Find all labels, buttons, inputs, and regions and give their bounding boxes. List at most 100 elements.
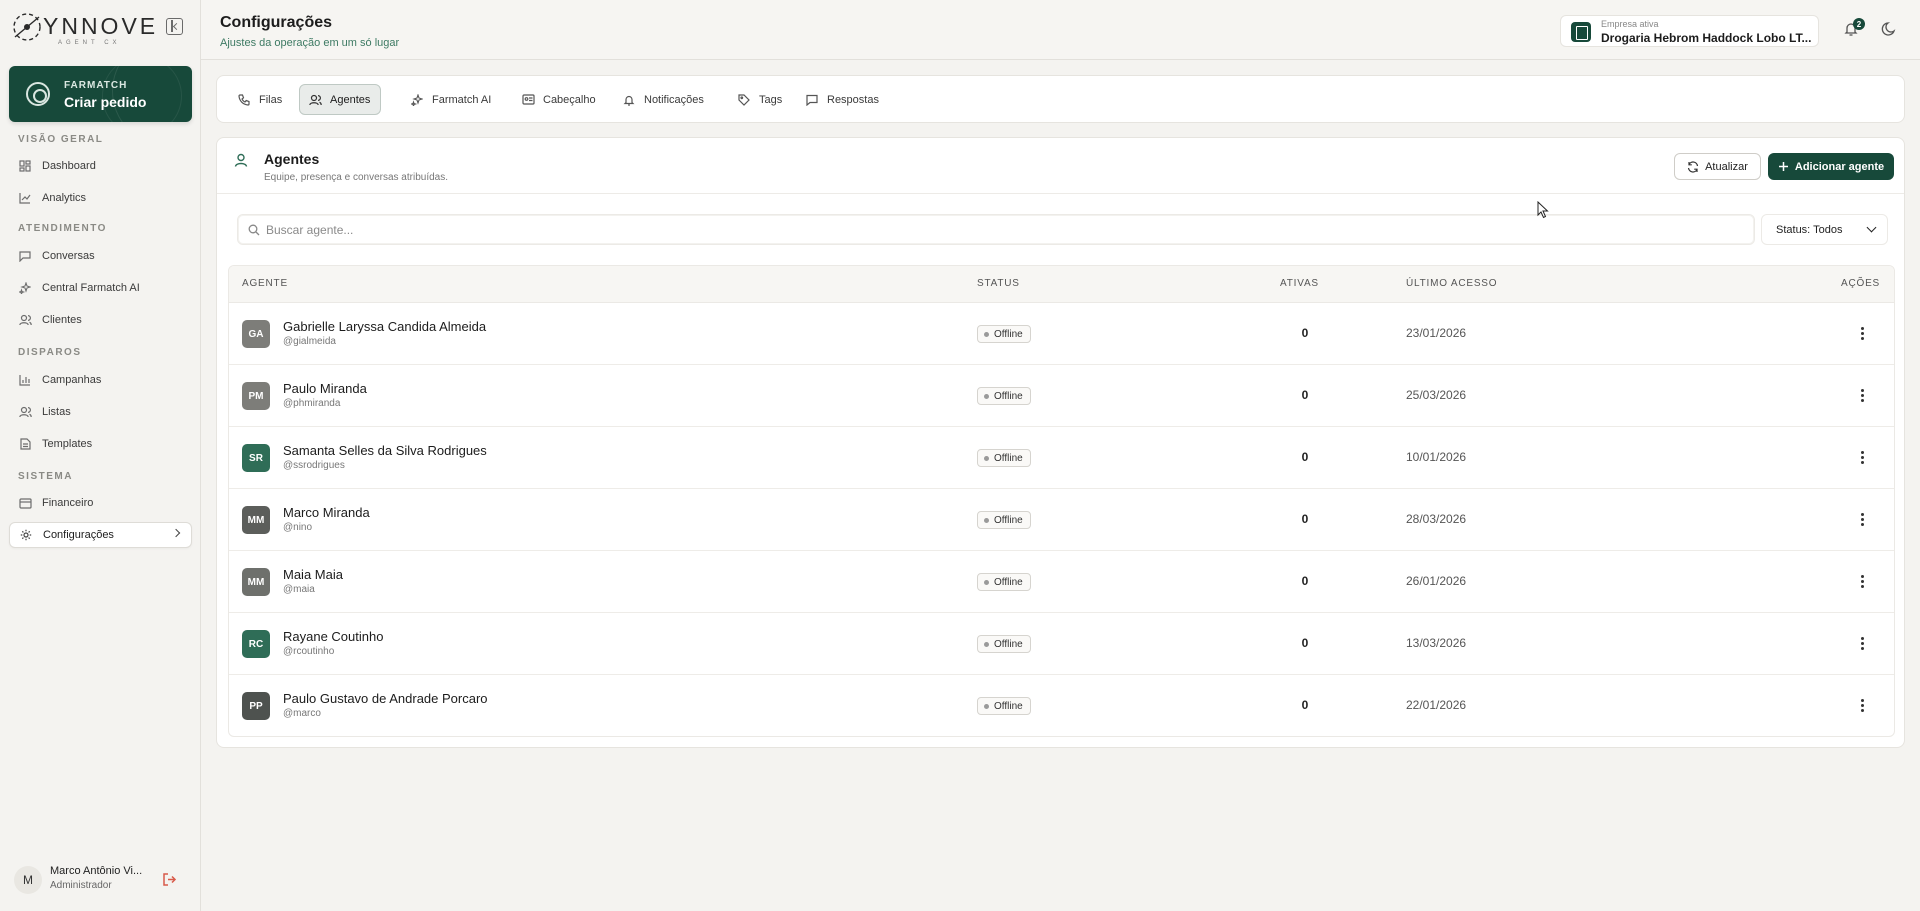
active-conversations-count: 0 <box>1301 326 1309 340</box>
more-actions-icon[interactable] <box>1854 323 1870 343</box>
table-row[interactable]: SR Samanta Selles da Silva Rodrigues @ssro… <box>229 427 1894 489</box>
sparkle-icon <box>410 93 424 107</box>
agent-name: Marco Miranda <box>283 505 370 520</box>
sidebar-item-label: Listas <box>42 406 71 418</box>
status-badge: Offline <box>977 449 1031 467</box>
settings-tabs: Filas Agentes Farmatch AI Cabeçalho Noti… <box>216 75 1905 123</box>
more-actions-icon[interactable] <box>1854 447 1870 467</box>
tab-label: Cabeçalho <box>543 93 596 106</box>
chevron-down-icon <box>1866 222 1877 233</box>
users-icon <box>308 93 322 107</box>
moon-icon[interactable] <box>1881 20 1898 37</box>
more-actions-icon[interactable] <box>1854 509 1870 529</box>
logout-icon[interactable] <box>162 872 177 887</box>
logo[interactable]: YNNOVE AGENT CX <box>10 9 155 46</box>
user-name: Marco Antônio Vi... <box>50 865 143 877</box>
more-actions-icon[interactable] <box>1854 571 1870 591</box>
table-row[interactable]: RC Rayane Coutinho @rcoutinho Offline 0 13/03… <box>229 613 1894 675</box>
mouse-cursor-icon <box>1537 201 1549 219</box>
agent-name: Maia Maia <box>283 567 343 582</box>
sidebar-item-clientes[interactable]: Clientes <box>9 307 192 333</box>
last-access-date: 25/03/2026 <box>1406 388 1467 402</box>
bell-icon <box>622 93 636 107</box>
more-actions-icon[interactable] <box>1854 633 1870 653</box>
avatar: GA <box>242 320 270 348</box>
section-title: Agentes <box>264 151 320 167</box>
agent-handle: @ssrodrigues <box>283 460 345 471</box>
avatar: RC <box>242 630 270 658</box>
sidebar-item-listas[interactable]: Listas <box>9 399 192 425</box>
sidebar-item-conversas[interactable]: Conversas <box>9 243 192 269</box>
tab-label: Tags <box>759 93 783 106</box>
agent-handle: @gialmeida <box>283 336 336 347</box>
nav-section-disparos: DISPAROS <box>18 347 82 358</box>
tab-farmatch-ai[interactable]: Farmatch AI <box>402 84 501 115</box>
agents-panel: Agentes Equipe, presença e conversas atr… <box>216 137 1905 748</box>
add-agent-button[interactable]: Adicionar agente <box>1768 153 1894 180</box>
last-access-date: 13/03/2026 <box>1406 636 1467 650</box>
sidebar-item-label: Conversas <box>42 250 95 262</box>
active-conversations-count: 0 <box>1301 388 1309 402</box>
tab-cabecalho[interactable]: Cabeçalho <box>513 84 606 115</box>
avatar: MM <box>242 568 270 596</box>
page-title: Configurações <box>220 14 333 31</box>
status-badge: Offline <box>977 635 1031 653</box>
target-icon <box>26 82 50 106</box>
document-icon <box>18 437 32 451</box>
user-profile[interactable]: M Marco Antônio Vi... Administrador <box>14 864 194 894</box>
sidebar-item-templates[interactable]: Templates <box>9 431 192 457</box>
more-actions-icon[interactable] <box>1854 385 1870 405</box>
sidebar: YNNOVE AGENT CX FARMATCH Criar pedido VI… <box>0 0 201 911</box>
avatar: PM <box>242 382 270 410</box>
sidebar-item-configuracoes[interactable]: Configurações <box>9 522 192 548</box>
sidebar-item-analytics[interactable]: Analytics <box>9 185 192 211</box>
table-row[interactable]: PP Paulo Gustavo de Andrade Porcaro @marco… <box>229 675 1894 736</box>
table-header: AGENTE STATUS ATIVAS ÚLTIMO ACESSO AÇÕES <box>229 266 1894 303</box>
tab-label: Respostas <box>827 93 879 106</box>
column-header-agente: AGENTE <box>242 278 288 289</box>
tab-agentes[interactable]: Agentes <box>299 84 382 115</box>
sidebar-item-label: Central Farmatch AI <box>42 282 140 294</box>
sidebar-item-campanhas[interactable]: Campanhas <box>9 367 192 393</box>
topbar: Configurações Ajustes da operação em um … <box>201 0 1920 60</box>
more-actions-icon[interactable] <box>1854 695 1870 715</box>
sidebar-item-financeiro[interactable]: Financeiro <box>9 490 192 516</box>
agent-handle: @phmiranda <box>283 398 341 409</box>
tab-tags[interactable]: Tags <box>729 84 792 115</box>
status-badge: Offline <box>977 387 1031 405</box>
status-filter-select[interactable]: Status: Todos <box>1761 214 1888 245</box>
active-company-selector[interactable]: Empresa ativa Drogaria Hebrom Haddock Lo… <box>1560 15 1819 47</box>
cta-kicker: FARMATCH <box>64 80 128 91</box>
search-field[interactable] <box>237 214 1755 245</box>
search-input[interactable] <box>266 215 1746 244</box>
sidebar-item-label: Templates <box>42 438 93 450</box>
analytics-icon <box>18 191 32 205</box>
sidebar-item-dashboard[interactable]: Dashboard <box>9 153 192 179</box>
table-row[interactable]: GA Gabrielle Laryssa Candida Almeida @gial… <box>229 303 1894 365</box>
last-access-date: 10/01/2026 <box>1406 450 1467 464</box>
status-badge: Offline <box>977 325 1031 343</box>
table-row[interactable]: MM Maia Maia @maia Offline 0 26/01/2026 <box>229 551 1894 613</box>
refresh-button[interactable]: Atualizar <box>1674 153 1761 180</box>
id-card-icon <box>521 93 535 107</box>
criar-pedido-button[interactable]: FARMATCH Criar pedido <box>9 66 192 122</box>
users-icon <box>18 313 32 327</box>
tab-filas[interactable]: Filas <box>229 84 292 115</box>
tab-label: Filas <box>259 93 283 106</box>
status-badge: Offline <box>977 697 1031 715</box>
agent-handle: @nino <box>283 522 313 533</box>
agent-name: Rayane Coutinho <box>283 629 384 644</box>
agents-header: Agentes Equipe, presença e conversas atr… <box>217 138 1904 194</box>
sidebar-item-central-farmatch-ai[interactable]: Central Farmatch AI <box>9 275 192 301</box>
tab-respostas[interactable]: Respostas <box>797 84 889 115</box>
agents-table: AGENTE STATUS ATIVAS ÚLTIMO ACESSO AÇÕES… <box>228 265 1895 737</box>
tab-notificacoes[interactable]: Notificações <box>614 84 714 115</box>
user-icon <box>234 153 248 167</box>
avatar: SR <box>242 444 270 472</box>
message-icon <box>805 93 819 107</box>
table-row[interactable]: PM Paulo Miranda @phmiranda Offline 0 25/03/2… <box>229 365 1894 427</box>
sidebar-item-label: Campanhas <box>42 374 102 386</box>
nav-section-visao-geral: VISÃO GERAL <box>18 134 104 145</box>
collapse-sidebar-icon[interactable] <box>166 18 183 35</box>
table-row[interactable]: MM Marco Miranda @nino Offline 0 28/03/2026 <box>229 489 1894 551</box>
